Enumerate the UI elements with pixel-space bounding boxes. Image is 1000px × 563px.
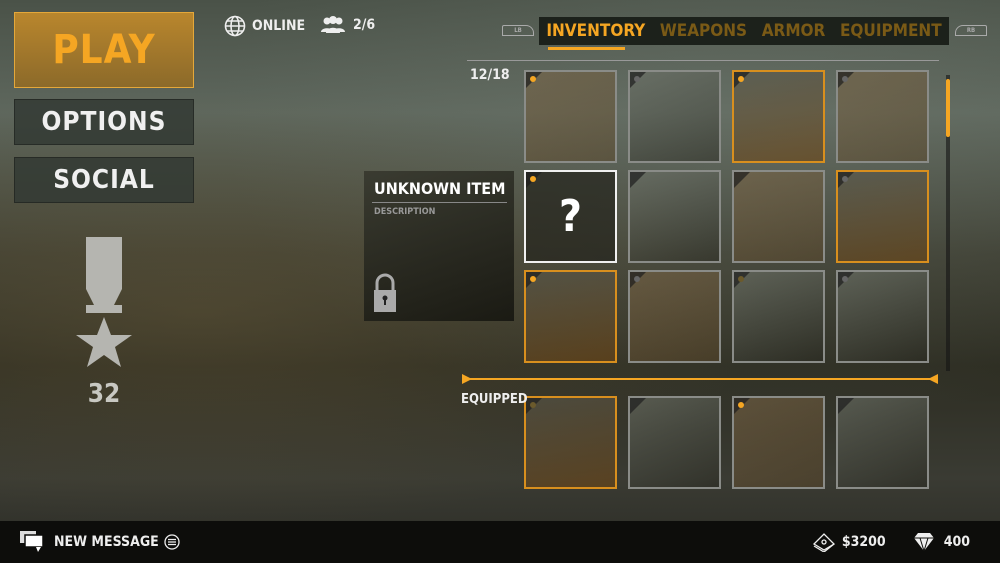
rank-badge: 32: [72, 237, 136, 409]
unknown-item-mark: ?: [559, 191, 582, 242]
lock-icon: [374, 273, 396, 312]
inventory-slot[interactable]: [628, 70, 721, 163]
inventory-slot[interactable]: [732, 70, 825, 163]
slot-indicator-dot: [634, 276, 640, 282]
slot-indicator-dot: [738, 76, 744, 82]
scrollbar[interactable]: [946, 75, 950, 371]
globe-icon: [224, 15, 246, 37]
menu-circle-icon[interactable]: [164, 534, 180, 550]
footer-bar: NEW MESSAGE $3200 400: [0, 521, 1000, 563]
equipped-label: EQUIPPED: [461, 392, 528, 407]
slot-indicator-dot: [842, 76, 848, 82]
tab-bar: INVENTORY WEAPONS ARMOR EQUIPMENT: [539, 17, 949, 45]
inventory-slot[interactable]: [836, 170, 929, 263]
tab-armor[interactable]: ARMOR: [762, 21, 826, 41]
rank-level: 32: [87, 379, 121, 409]
slot-indicator-dot: [634, 76, 640, 82]
inventory-count: 12/18: [470, 67, 510, 83]
slot-indicator-dot: [738, 402, 744, 408]
tab-weapons[interactable]: WEAPONS: [660, 21, 747, 41]
social-button[interactable]: SOCIAL: [14, 157, 194, 203]
party-count: 2/6: [353, 17, 376, 33]
active-tab-indicator: [548, 47, 625, 50]
inventory-slot[interactable]: [732, 170, 825, 263]
equipped-slot[interactable]: [524, 396, 617, 489]
scrollbar-thumb[interactable]: [946, 79, 950, 137]
money-amount: $3200: [841, 534, 886, 550]
play-button[interactable]: PLAY: [14, 12, 194, 88]
message-icon: [20, 531, 44, 552]
lb-button[interactable]: LB: [502, 25, 534, 36]
online-status: ONLINE: [224, 15, 305, 37]
inventory-slot[interactable]: [628, 270, 721, 363]
equipped-slot[interactable]: [628, 396, 721, 489]
new-message-link[interactable]: NEW MESSAGE: [54, 534, 159, 550]
item-title: UNKNOWN ITEM: [374, 179, 506, 198]
gem-icon: [913, 533, 934, 552]
money-icon: [812, 533, 835, 552]
slot-indicator-dot: [738, 276, 744, 282]
equipped-slot[interactable]: [836, 396, 929, 489]
inventory-slot[interactable]: ?: [524, 170, 617, 263]
slot-indicator-dot: [530, 402, 536, 408]
party-status: 2/6: [320, 15, 375, 35]
inventory-slot[interactable]: [732, 270, 825, 363]
inventory-slot[interactable]: [524, 270, 617, 363]
item-description: DESCRIPTION: [374, 207, 436, 217]
slot-indicator-dot: [530, 76, 536, 82]
inventory-slot[interactable]: [836, 270, 929, 363]
party-icon: [321, 16, 345, 33]
divider: [467, 60, 939, 61]
options-button[interactable]: OPTIONS: [14, 99, 194, 145]
equipped-slot[interactable]: [732, 396, 825, 489]
slot-indicator-dot: [530, 276, 536, 282]
tab-equipment[interactable]: EQUIPMENT: [840, 21, 942, 41]
inventory-slot[interactable]: [524, 70, 617, 163]
rb-button[interactable]: RB: [955, 25, 987, 36]
gem-count: 400: [943, 534, 970, 550]
inventory-slot[interactable]: [628, 170, 721, 263]
medal-icon: [76, 237, 132, 367]
item-detail-panel: UNKNOWN ITEM DESCRIPTION: [364, 171, 514, 321]
inventory-slot[interactable]: [836, 70, 929, 163]
slot-indicator-dot: [842, 176, 848, 182]
equipped-divider: [462, 374, 938, 384]
online-label: ONLINE: [252, 18, 306, 34]
slot-indicator-dot: [842, 276, 848, 282]
tab-inventory[interactable]: INVENTORY: [546, 21, 645, 41]
